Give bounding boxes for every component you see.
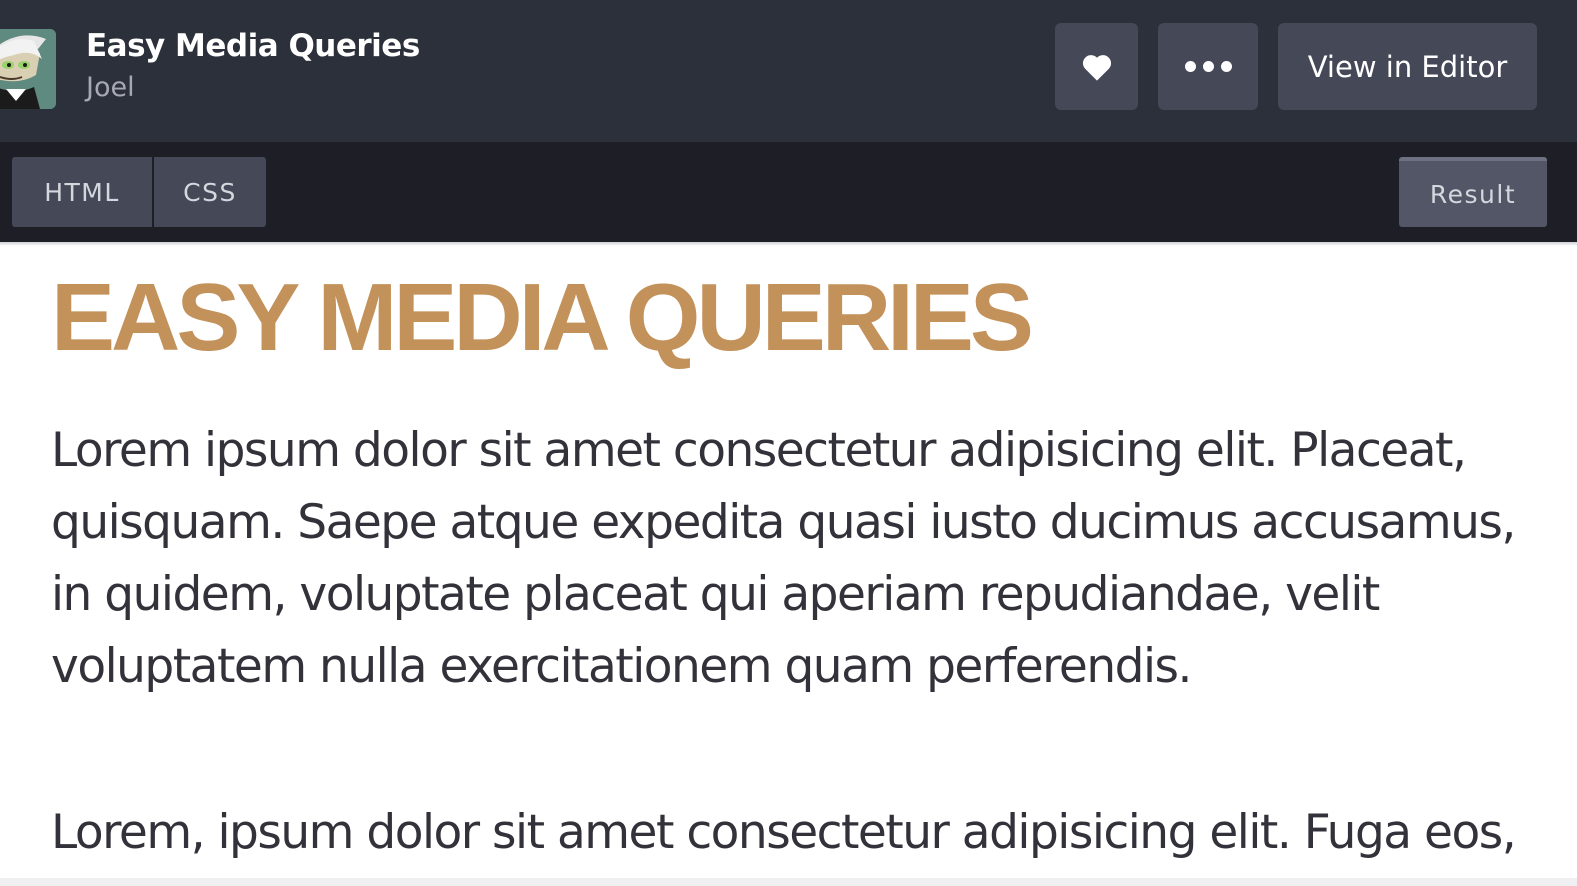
author-name[interactable]: Joel [86,72,135,103]
tab-result[interactable]: Result [1399,157,1547,227]
view-in-editor-button[interactable]: View in Editor [1278,23,1537,110]
pen-title: Easy Media Queries [86,28,420,64]
love-button[interactable] [1055,23,1138,110]
page-heading: EASY MEDIA QUERIES [51,264,1034,371]
author-avatar[interactable] [0,29,56,109]
more-dots-icon [1184,61,1232,72]
bottom-edge [0,878,1577,886]
body-paragraph: Lorem ipsum dolor sit amet consectetur a… [51,423,1516,694]
heart-icon [1082,54,1111,81]
editor-tab-bar: HTML CSS Result [0,142,1577,242]
result-preview: EASY MEDIA QUERIES Lorem ipsum dolor sit… [0,242,1577,886]
tab-html[interactable]: HTML [12,157,152,227]
more-options-button[interactable] [1158,23,1258,110]
pen-header: Easy Media Queries Joel View in Editor [0,0,1577,142]
body-paragraph: Lorem, ipsum dolor sit amet consectetur … [51,805,1517,860]
tabbar-shadow [0,242,1577,246]
tab-css[interactable]: CSS [154,157,266,227]
avatar-image [0,29,56,109]
